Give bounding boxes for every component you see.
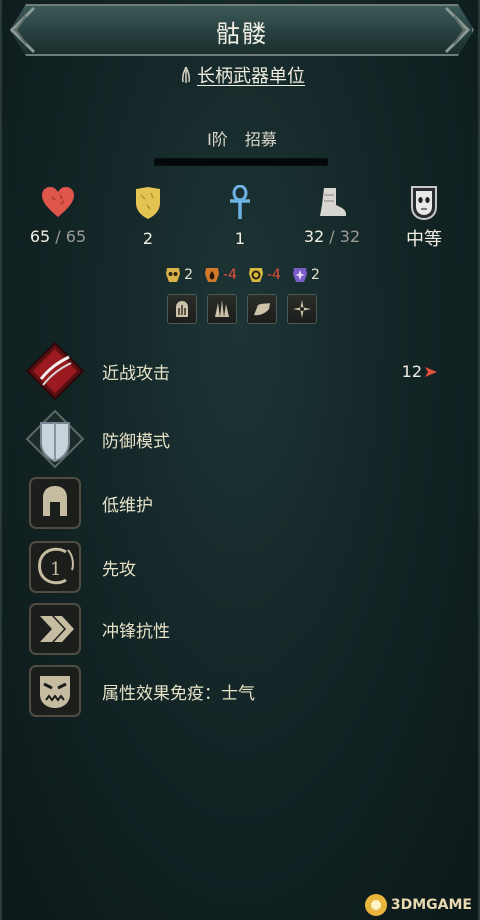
ability-icon-frame xyxy=(24,340,86,402)
trait-spikes[interactable] xyxy=(207,294,237,324)
fire-damage-icon xyxy=(205,268,220,282)
ability-initiative[interactable]: 1 先攻 xyxy=(24,536,464,598)
charge-icon xyxy=(29,603,81,655)
boot-trait-icon xyxy=(254,303,270,316)
stats-row: 65 / 65 2 1 32 / 32 中等 xyxy=(2,185,480,265)
trait-boot[interactable] xyxy=(247,294,277,324)
modifier-frost-value: -4 xyxy=(267,267,281,283)
helmet-icon xyxy=(29,477,81,529)
ability-charge-resistance[interactable]: 冲锋抗性 xyxy=(24,598,464,660)
ability-name: 防御模式 xyxy=(102,431,170,452)
ability-icon-frame xyxy=(24,598,86,660)
unit-panel: 骷髅 长柄武器单位 I阶 招募 65 / 65 2 1 32 / 32 中等 2… xyxy=(0,0,480,920)
ability-name: 近战攻击 xyxy=(102,363,170,384)
modifier-fire-value: -4 xyxy=(223,267,237,283)
ability-name: 低维护 xyxy=(102,495,153,516)
physical-damage-icon xyxy=(425,366,437,377)
modifier-spirit[interactable]: 2 xyxy=(291,266,320,284)
stat-upkeep[interactable]: 中等 xyxy=(374,185,474,251)
modifier-fire[interactable]: -4 xyxy=(203,266,237,284)
melee-damage: 12 xyxy=(402,362,438,381)
slash-icon xyxy=(25,341,85,401)
modifier-frost[interactable]: -4 xyxy=(247,266,281,284)
moves-max: / 32 xyxy=(329,227,361,246)
ability-melee-attack[interactable]: 近战攻击 12 xyxy=(24,340,464,402)
spikes-icon xyxy=(215,300,229,317)
svg-text:1: 1 xyxy=(50,559,61,580)
polearm-class-icon xyxy=(182,66,190,83)
watermark: 3DMGAME xyxy=(364,894,472,916)
ability-morale-immunity[interactable]: 属性效果免疫：士气 xyxy=(24,660,464,722)
modifier-spirit-value: 2 xyxy=(310,267,320,283)
hp-current: 65 xyxy=(29,227,51,246)
ability-icon-frame xyxy=(24,472,86,534)
ability-icon-frame xyxy=(24,660,86,722)
stat-resistance[interactable]: 1 xyxy=(190,185,290,248)
tier-label: I阶 xyxy=(207,130,228,149)
stat-movement[interactable]: 32 / 32 xyxy=(282,185,382,246)
hp-max: / 65 xyxy=(55,227,87,246)
experience-bar xyxy=(154,158,328,166)
watermark-logo-icon xyxy=(364,894,387,916)
shield-icon xyxy=(25,409,85,469)
ability-name: 先攻 xyxy=(102,559,136,580)
recruit-label: 招募 xyxy=(244,130,277,149)
ability-defend-mode[interactable]: 防御模式 xyxy=(24,408,464,470)
ankh-icon xyxy=(230,185,250,219)
frost-damage-icon xyxy=(249,268,263,282)
defense-shield-icon xyxy=(136,187,160,219)
tier-row: I阶 招募 xyxy=(2,126,480,150)
blight-icon xyxy=(176,301,188,317)
skull-damage-icon xyxy=(166,268,181,282)
moves-current: 32 xyxy=(303,227,325,246)
morale-icon xyxy=(29,665,81,717)
spirit-damage-icon xyxy=(292,268,307,282)
star-icon xyxy=(293,300,311,318)
unit-type-row[interactable]: 长柄武器单位 xyxy=(2,62,480,88)
unit-type-link[interactable]: 长柄武器单位 xyxy=(197,62,305,88)
trait-icons xyxy=(2,294,480,326)
ability-name: 冲锋抗性 xyxy=(102,621,170,642)
melee-damage-value: 12 xyxy=(401,362,422,381)
modifier-skull[interactable]: 2 xyxy=(164,266,193,284)
stat-defense[interactable]: 2 xyxy=(98,185,198,248)
stat-hp[interactable]: 65 / 65 xyxy=(8,185,108,246)
trait-blight[interactable] xyxy=(167,294,197,324)
resistance-value: 1 xyxy=(234,229,246,248)
defense-value: 2 xyxy=(142,229,154,248)
ability-low-upkeep[interactable]: 低维护 xyxy=(24,472,464,534)
ability-icon-frame xyxy=(24,408,86,470)
mask-icon xyxy=(411,186,437,221)
upkeep-value: 中等 xyxy=(406,229,442,250)
heart-icon xyxy=(42,187,74,217)
ability-name: 属性效果免疫：士气 xyxy=(102,683,255,704)
unit-name: 骷髅 xyxy=(216,20,268,48)
modifier-skull-value: 2 xyxy=(184,267,194,283)
trait-star[interactable] xyxy=(287,294,317,324)
initiative-icon: 1 xyxy=(29,541,81,593)
damage-modifiers: 2 -4 -4 2 xyxy=(2,264,480,286)
boot-icon xyxy=(320,188,346,216)
ability-icon-frame: 1 xyxy=(24,536,86,598)
watermark-text: 3DMGAME xyxy=(390,897,472,913)
